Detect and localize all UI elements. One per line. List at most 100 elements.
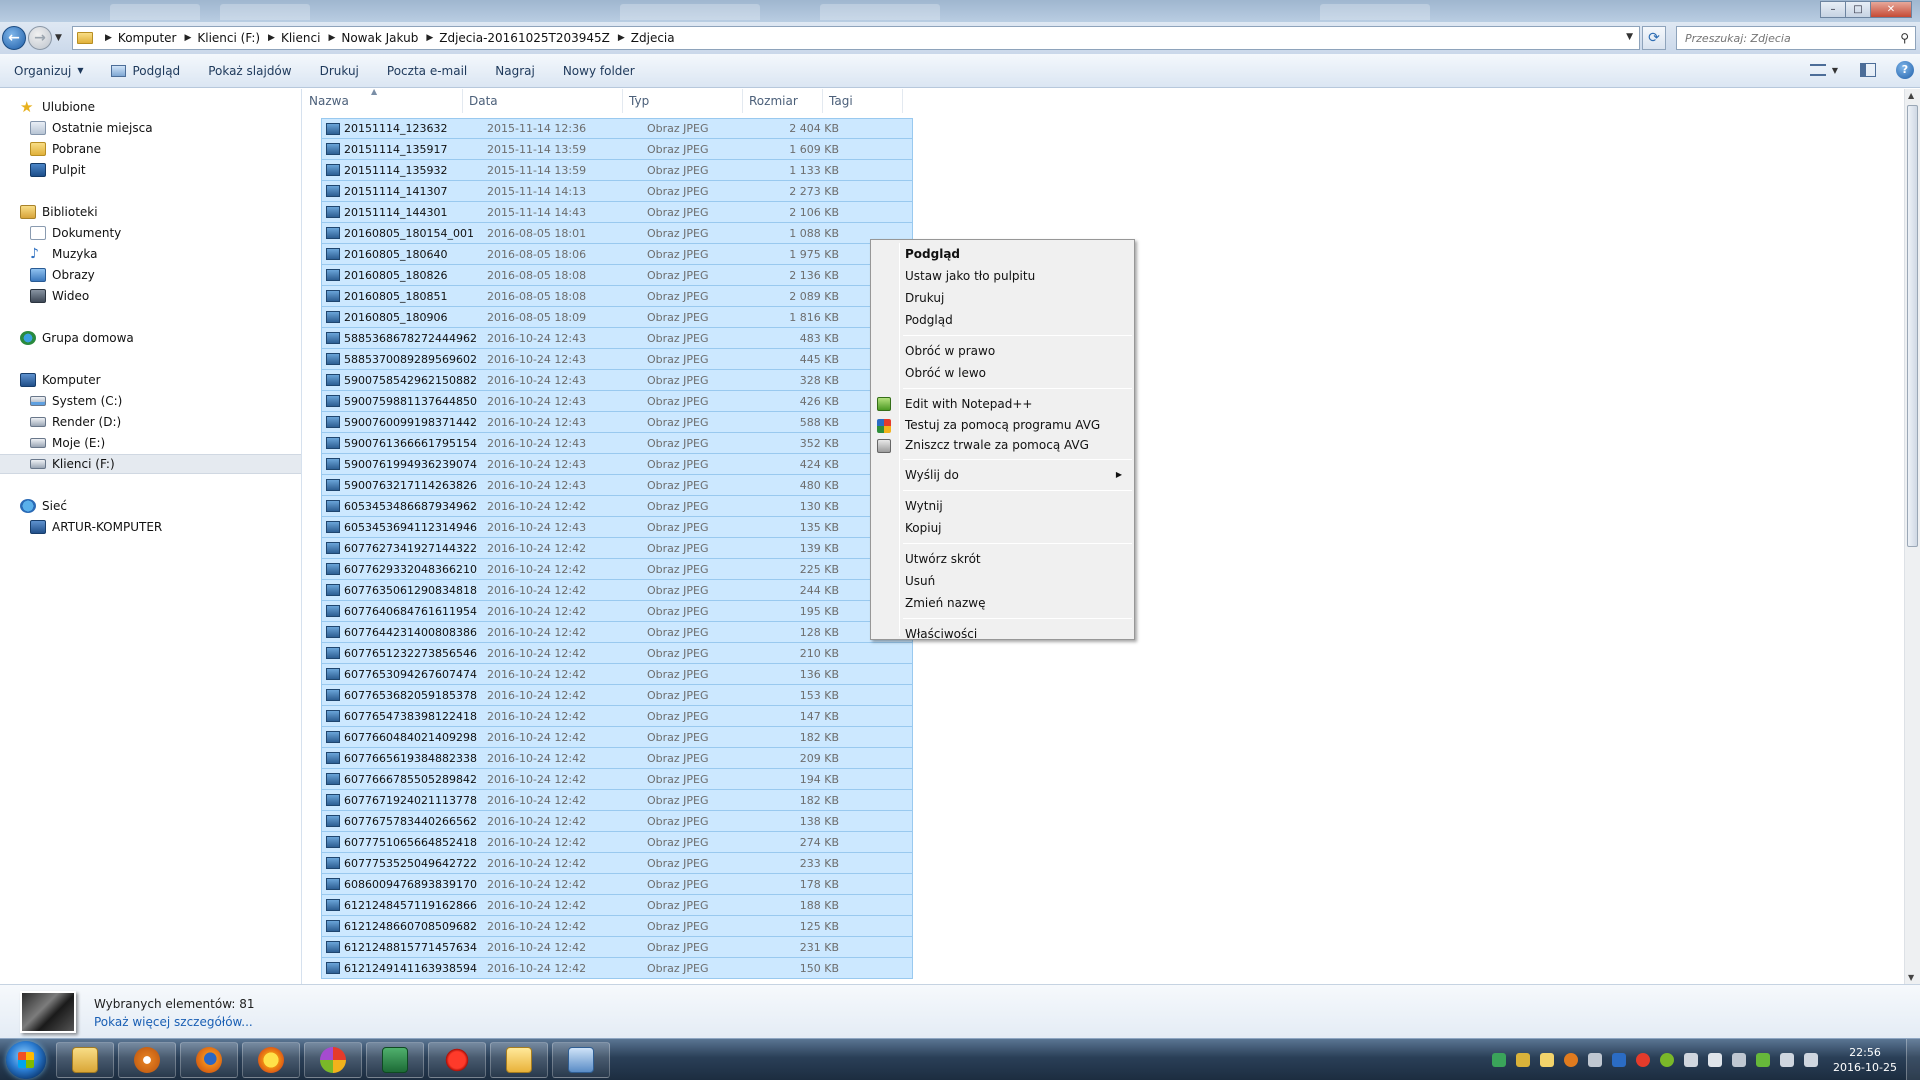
tray-app-icon[interactable]	[1588, 1053, 1602, 1067]
clock[interactable]: 22:56 2016-10-25	[1828, 1045, 1902, 1075]
browser-tab[interactable]	[1320, 4, 1430, 20]
help-icon[interactable]: ?	[1896, 61, 1914, 79]
nav-computer[interactable]: Komputer	[0, 370, 301, 390]
nav-videos[interactable]: Wideo	[0, 286, 301, 306]
nav-desktop[interactable]: Pulpit	[0, 160, 301, 180]
file-row[interactable]: 6053453486687934962 2016-10-24 12:42 Obraz…	[321, 496, 913, 517]
tray-app-icon[interactable]	[1516, 1053, 1530, 1067]
breadcrumb-item[interactable]: Nowak Jakub	[341, 31, 418, 45]
chevron-right-icon[interactable]: ▶	[426, 33, 433, 43]
file-row[interactable]: 6121248815771457634 2016-10-24 12:42 Obraz…	[321, 937, 913, 958]
taskbar-button[interactable]	[552, 1042, 610, 1078]
file-row[interactable]: 6077629332048366210 2016-10-24 12:42 Obraz…	[321, 559, 913, 580]
nav-drive-e[interactable]: Moje (E:)	[0, 433, 301, 453]
file-row[interactable]: 6077627341927144322 2016-10-24 12:42 Obraz…	[321, 538, 913, 559]
menu-item-delete[interactable]: Usuń	[871, 570, 1134, 592]
minimize-button[interactable]: –	[1820, 1, 1846, 18]
chevron-right-icon[interactable]: ▶	[328, 33, 335, 43]
tray-app-icon[interactable]	[1564, 1053, 1578, 1067]
burn-button[interactable]: Nagraj	[481, 54, 549, 87]
chevron-right-icon[interactable]: ▶	[618, 33, 625, 43]
maximize-button[interactable]: □	[1845, 1, 1871, 18]
print-button[interactable]: Drukuj	[306, 54, 373, 87]
nav-libraries[interactable]: Biblioteki	[0, 202, 301, 222]
file-row[interactable]: 6086009476893839170 2016-10-24 12:42 Obraz…	[321, 874, 913, 895]
nav-pictures[interactable]: Obrazy	[0, 265, 301, 285]
taskbar-button[interactable]	[428, 1042, 486, 1078]
recent-pages-dropdown-icon[interactable]: ▼	[55, 33, 62, 43]
file-row[interactable]: 6077753525049642722 2016-10-24 12:42 Obraz…	[321, 853, 913, 874]
email-button[interactable]: Poczta e-mail	[373, 54, 481, 87]
file-row[interactable]: 6077653682059185378 2016-10-24 12:42 Obraz…	[321, 685, 913, 706]
scrollbar-thumb[interactable]	[1907, 105, 1918, 547]
nav-network[interactable]: Sieć	[0, 496, 301, 516]
back-button[interactable]: ←	[2, 26, 26, 50]
search-icon[interactable]: ⚲	[1900, 31, 1909, 45]
taskbar-button[interactable]	[490, 1042, 548, 1078]
start-button[interactable]	[6, 1041, 46, 1079]
refresh-button[interactable]: ⟳	[1642, 26, 1666, 50]
breadcrumb-item[interactable]: Zdjecia	[631, 31, 675, 45]
menu-item-preview-default[interactable]: Podgląd	[871, 243, 1134, 265]
chevron-right-icon[interactable]: ▶	[268, 33, 275, 43]
taskbar-button[interactable]	[118, 1042, 176, 1078]
nav-drive-f[interactable]: Klienci (F:)	[0, 454, 301, 474]
file-row[interactable]: 6077651232273856546 2016-10-24 12:42 Obraz…	[321, 643, 913, 664]
file-row[interactable]: 5885370089289569602 2016-10-24 12:43 Obraz…	[321, 349, 913, 370]
file-row[interactable]: 20151114_141307 2015-11-14 14:13 Obraz JPE…	[321, 181, 913, 202]
organize-menu-button[interactable]: Organizuj ▼	[0, 54, 97, 87]
taskbar-button[interactable]	[304, 1042, 362, 1078]
tray-app-icon[interactable]	[1732, 1053, 1746, 1067]
file-row[interactable]: 20151114_135917 2015-11-14 13:59 Obraz JPE…	[321, 139, 913, 160]
nav-drive-c[interactable]: System (C:)	[0, 391, 301, 411]
forward-button[interactable]: →	[28, 26, 52, 50]
file-row[interactable]: 5900759881137644850 2016-10-24 12:43 Obraz…	[321, 391, 913, 412]
nav-documents[interactable]: Dokumenty	[0, 223, 301, 243]
action-center-flag-icon[interactable]	[1708, 1053, 1722, 1067]
vertical-scrollbar[interactable]: ▲ ▼	[1904, 89, 1920, 984]
tray-app-icon[interactable]	[1660, 1053, 1674, 1067]
file-row[interactable]: 5900761994936239074 2016-10-24 12:43 Obraz…	[321, 454, 913, 475]
tray-app-icon[interactable]	[1492, 1053, 1506, 1067]
menu-item-send-to[interactable]: Wyślij do ▶	[871, 464, 1134, 486]
show-desktop-button[interactable]	[1906, 1039, 1920, 1080]
file-row[interactable]: 6077671924021113778 2016-10-24 12:42 Obraz…	[321, 790, 913, 811]
file-row[interactable]: 20151114_123632 2015-11-14 12:36 Obraz JPE…	[321, 118, 913, 139]
mail-icon[interactable]	[1540, 1053, 1554, 1067]
file-row[interactable]: 5900758542962150882 2016-10-24 12:43 Obraz…	[321, 370, 913, 391]
nav-drive-d[interactable]: Render (D:)	[0, 412, 301, 432]
column-header-type[interactable]: Typ	[623, 89, 743, 113]
file-row[interactable]: 6121249141163938594 2016-10-24 12:42 Obraz…	[321, 958, 913, 979]
preview-pane-icon[interactable]	[1860, 63, 1876, 77]
file-row[interactable]: 6077665619384882338 2016-10-24 12:42 Obraz…	[321, 748, 913, 769]
menu-item-notepadpp[interactable]: Edit with Notepad++	[871, 393, 1134, 415]
taskbar-button[interactable]	[56, 1042, 114, 1078]
address-dropdown-icon[interactable]: ▼	[1626, 32, 1633, 42]
slideshow-button[interactable]: Pokaż slajdów	[194, 54, 305, 87]
taskbar-button[interactable]	[180, 1042, 238, 1078]
nav-music[interactable]: ♪ Muzyka	[0, 244, 301, 264]
preview-button[interactable]: Podgląd	[97, 54, 194, 87]
chevron-down-icon[interactable]: ▼	[1832, 66, 1838, 75]
file-row[interactable]: 6121248660708509682 2016-10-24 12:42 Obraz…	[321, 916, 913, 937]
nav-network-pc[interactable]: ARTUR-KOMPUTER	[0, 517, 301, 537]
tray-app-icon[interactable]	[1636, 1053, 1650, 1067]
file-row[interactable]: 6077675783440266562 2016-10-24 12:42 Obraz…	[321, 811, 913, 832]
view-options-icon[interactable]	[1809, 64, 1826, 76]
breadcrumb-item[interactable]: Klienci (F:)	[197, 31, 260, 45]
nav-homegroup[interactable]: Grupa domowa	[0, 328, 301, 348]
file-row[interactable]: 6077666785505289842 2016-10-24 12:42 Obraz…	[321, 769, 913, 790]
menu-item-create-shortcut[interactable]: Utwórz skrót	[871, 548, 1134, 570]
menu-item-copy[interactable]: Kopiuj	[871, 517, 1134, 539]
close-button[interactable]: ✕	[1870, 1, 1912, 18]
tray-app-icon[interactable]	[1684, 1053, 1698, 1067]
tray-app-icon[interactable]	[1756, 1053, 1770, 1067]
taskbar-button[interactable]	[366, 1042, 424, 1078]
chevron-right-icon[interactable]: ▶	[184, 33, 191, 43]
menu-item-avg-scan[interactable]: Testuj za pomocą programu AVG	[871, 415, 1134, 435]
volume-icon[interactable]	[1804, 1053, 1818, 1067]
nav-recent-places[interactable]: Ostatnie miejsca	[0, 118, 301, 138]
taskbar-button[interactable]	[242, 1042, 300, 1078]
menu-item-print[interactable]: Drukuj	[871, 287, 1134, 309]
file-row[interactable]: 6077644231400808386 2016-10-24 12:42 Obraz…	[321, 622, 913, 643]
